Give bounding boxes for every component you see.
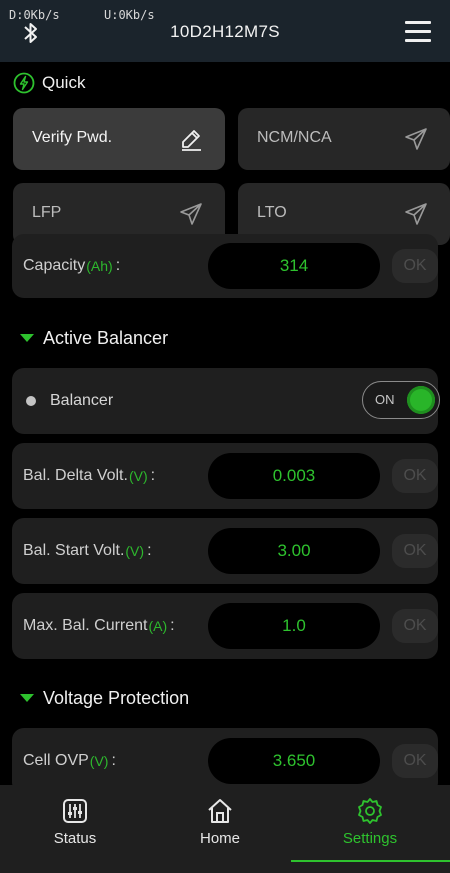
upload-speed: U:0Kb/s bbox=[104, 8, 155, 22]
collapse-triangle-icon bbox=[20, 694, 34, 702]
bal-delta-volt-row: Bal. Delta Volt. (V): 0.003 OK bbox=[12, 443, 438, 509]
collapse-triangle-icon bbox=[20, 334, 34, 342]
capacity-colon: : bbox=[115, 257, 121, 274]
bal-start-volt-label: Bal. Start Volt. (V): bbox=[23, 518, 152, 584]
top-bar: D:0Kb/s U:0Kb/s 10D2H12M7S bbox=[0, 0, 450, 62]
cell-ovp-unit: (V) bbox=[89, 753, 109, 769]
bal-delta-volt-value-field[interactable]: 0.003 bbox=[208, 453, 380, 499]
max-bal-current-label: Max. Bal. Current (A): bbox=[23, 593, 175, 659]
balancer-toggle-label: ON bbox=[375, 392, 395, 407]
gear-icon bbox=[358, 798, 382, 824]
bal-start-volt-unit: (V) bbox=[125, 543, 145, 559]
settings-content[interactable]: Quick Verify Pwd. NCM/NCA LFP LTO Capaci… bbox=[0, 62, 450, 785]
active-balancer-header[interactable]: Active Balancer bbox=[20, 326, 168, 350]
active-balancer-title: Active Balancer bbox=[43, 327, 169, 348]
capacity-label: Capacity (Ah): bbox=[23, 234, 120, 298]
nav-status-label: Status bbox=[53, 830, 97, 847]
pencil-icon bbox=[182, 130, 201, 151]
balancer-status-dot bbox=[26, 396, 36, 406]
max-bal-current-row: Max. Bal. Current (A): 1.0 OK bbox=[12, 593, 438, 659]
max-bal-current-value-field[interactable]: 1.0 bbox=[208, 603, 380, 649]
bal-delta-volt-label: Bal. Delta Volt. (V): bbox=[23, 443, 155, 509]
quick-header: Quick bbox=[13, 72, 85, 94]
capacity-value-field[interactable]: 314 bbox=[208, 243, 380, 289]
max-bal-current-unit: (A) bbox=[148, 618, 168, 634]
cell-ovp-colon: : bbox=[111, 752, 116, 769]
verify-password-label: Verify Pwd. bbox=[32, 129, 113, 146]
ncm-nca-button[interactable]: NCM/NCA bbox=[238, 108, 450, 170]
capacity-unit: (Ah) bbox=[86, 258, 113, 274]
nav-settings-label: Settings bbox=[342, 830, 398, 847]
cell-ovp-label-text: Cell OVP bbox=[23, 752, 89, 769]
cell-ovp-row: Cell OVP (V): 3.650 OK bbox=[12, 728, 438, 785]
hamburger-menu-icon[interactable] bbox=[402, 18, 434, 46]
sliders-icon bbox=[63, 799, 87, 823]
nav-home[interactable]: Home bbox=[145, 785, 295, 873]
balancer-toggle[interactable]: ON bbox=[362, 381, 440, 419]
cell-ovp-label: Cell OVP (V): bbox=[23, 728, 116, 785]
bal-start-volt-label-text: Bal. Start Volt. bbox=[23, 542, 125, 559]
nav-status[interactable]: Status bbox=[0, 785, 150, 873]
send-icon bbox=[405, 128, 427, 150]
max-bal-current-label-text: Max. Bal. Current bbox=[23, 617, 148, 634]
send-icon bbox=[180, 203, 202, 225]
lto-label: LTO bbox=[257, 204, 287, 221]
lfp-label: LFP bbox=[32, 204, 62, 221]
balancer-row: Balancer ON bbox=[12, 368, 440, 434]
bal-start-volt-value-field[interactable]: 3.00 bbox=[208, 528, 380, 574]
bal-start-volt-colon: : bbox=[147, 542, 152, 559]
voltage-protection-title: Voltage Protection bbox=[43, 687, 190, 708]
device-name: 10D2H12M7S bbox=[170, 22, 280, 41]
verify-password-button[interactable]: Verify Pwd. bbox=[13, 108, 225, 170]
toggle-knob bbox=[407, 386, 435, 414]
voltage-protection-header[interactable]: Voltage Protection bbox=[20, 686, 189, 710]
quick-title: Quick bbox=[42, 73, 86, 92]
bal-start-volt-ok-button[interactable]: OK bbox=[392, 534, 438, 568]
capacity-ok-button[interactable]: OK bbox=[392, 249, 438, 283]
nav-selected-indicator bbox=[291, 860, 450, 862]
nav-home-label: Home bbox=[199, 830, 240, 847]
capacity-label-text: Capacity bbox=[23, 257, 86, 274]
capacity-row: Capacity (Ah): 314 OK bbox=[12, 234, 438, 298]
ncm-nca-label: NCM/NCA bbox=[257, 129, 332, 146]
home-icon bbox=[208, 799, 232, 823]
bal-start-volt-row: Bal. Start Volt. (V): 3.00 OK bbox=[12, 518, 438, 584]
bal-delta-volt-label-text: Bal. Delta Volt. bbox=[23, 467, 128, 484]
cell-ovp-value-field[interactable]: 3.650 bbox=[208, 738, 380, 784]
bottom-nav: Status Home Settings bbox=[0, 785, 450, 873]
max-bal-current-ok-button[interactable]: OK bbox=[392, 609, 438, 643]
bal-delta-volt-ok-button[interactable]: OK bbox=[392, 459, 438, 493]
lightning-circle-icon bbox=[13, 72, 35, 94]
bal-delta-volt-colon: : bbox=[150, 467, 156, 484]
max-bal-current-colon: : bbox=[170, 617, 175, 634]
balancer-label: Balancer bbox=[50, 392, 114, 409]
send-icon bbox=[405, 203, 427, 225]
cell-ovp-ok-button[interactable]: OK bbox=[392, 744, 438, 778]
bal-delta-volt-unit: (V) bbox=[128, 468, 148, 484]
